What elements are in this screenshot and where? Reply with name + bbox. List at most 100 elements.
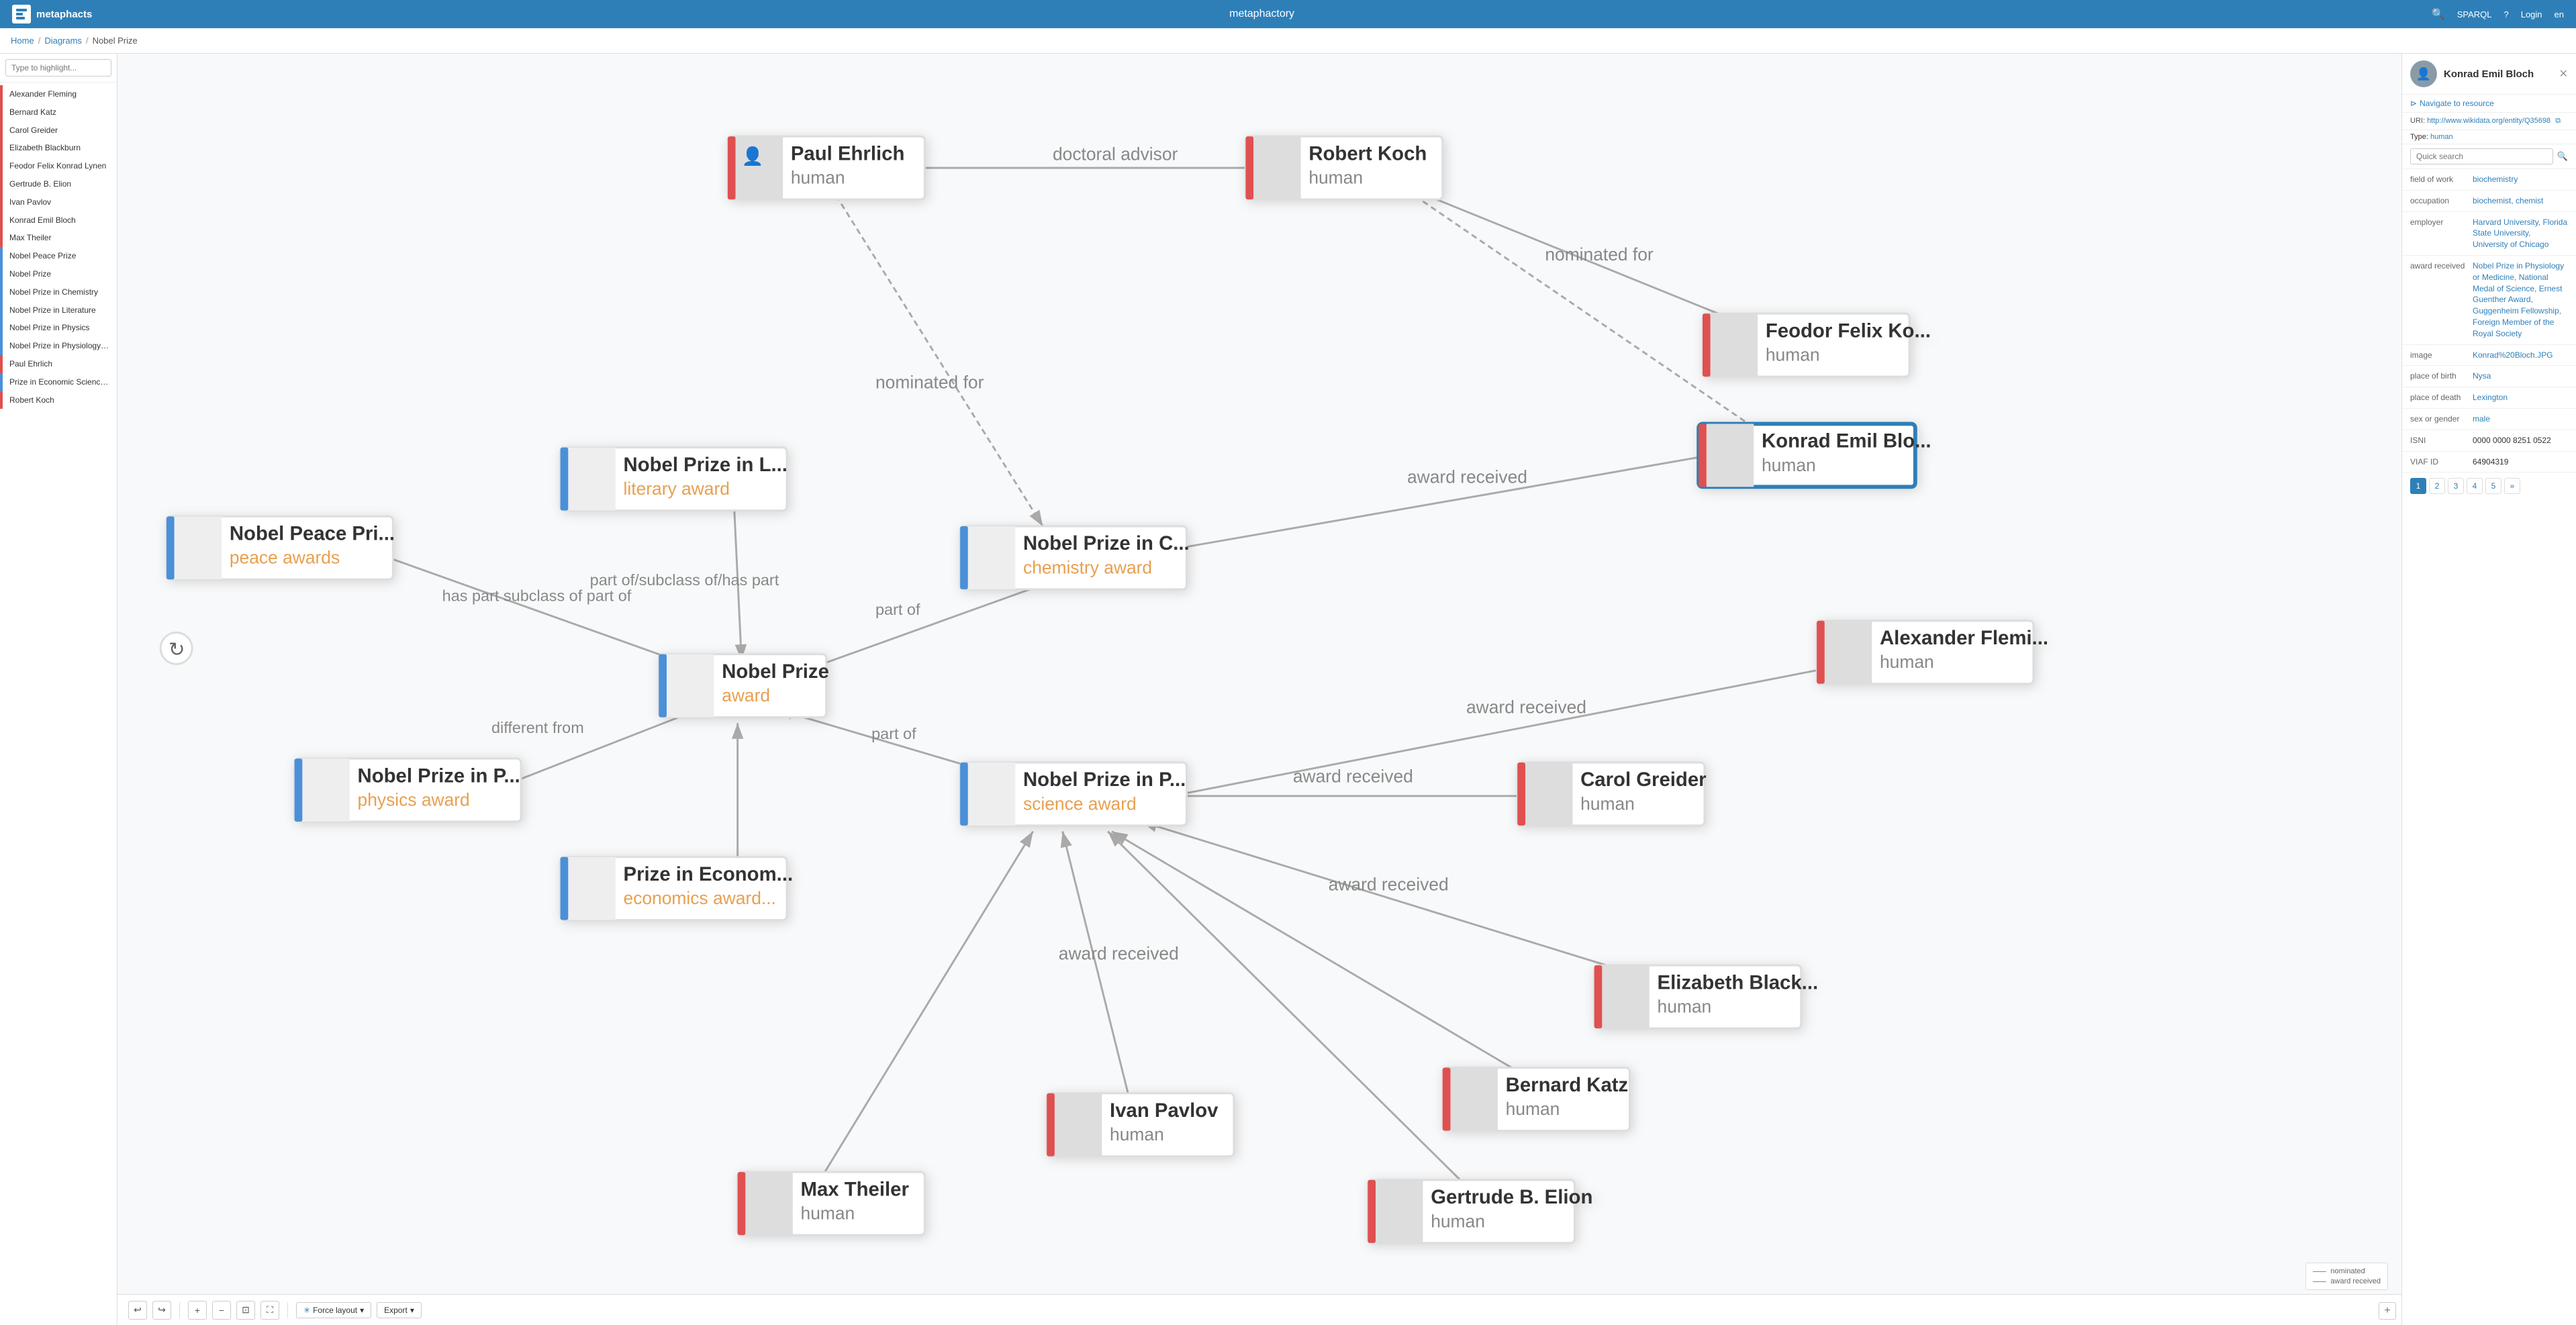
type-value[interactable]: human (2430, 133, 2453, 141)
prop-val-5[interactable]: Nysa (2473, 371, 2568, 382)
node-nobel-peace[interactable]: Nobel Peace Pri... peace awards (166, 516, 395, 579)
prop-val-1[interactable]: biochemist, chemist (2473, 195, 2568, 207)
node-max-theiler[interactable]: Max Theiler human (738, 1172, 925, 1235)
prop-val-4[interactable]: Konrad%20Bloch.JPG (2473, 350, 2568, 361)
sidebar-item-14[interactable]: Nobel Prize in Physiology or Medicine (0, 337, 117, 355)
sidebar-item-5[interactable]: Gertrude B. Elion (0, 175, 117, 193)
graph-svg[interactable]: doctoral advisor nominated for nominated… (117, 54, 2401, 1294)
sidebar-item-13[interactable]: Nobel Prize in Physics (0, 319, 117, 337)
edge-label-peace-prize: has part subclass of part of (442, 587, 632, 604)
svg-text:Ivan Pavlov: Ivan Pavlov (1110, 1099, 1219, 1122)
sparql-link[interactable]: SPARQL (2457, 9, 2492, 19)
add-node-button[interactable]: + (2379, 1302, 2396, 1320)
page-btn-3[interactable]: 4 (2467, 478, 2483, 494)
prop-val-6[interactable]: Lexington (2473, 392, 2568, 403)
edge-label-kb-chem: award received (1407, 467, 1527, 487)
node-nobel-phys[interactable]: Nobel Prize in P... physics award (295, 758, 521, 822)
panel-property-8: ISNI0000 0000 8251 0522 (2402, 430, 2576, 452)
undo-button[interactable]: ↩ (128, 1301, 147, 1320)
panel-search-input[interactable] (2410, 148, 2553, 164)
prop-val-0[interactable]: biochemistry (2473, 174, 2568, 185)
sidebar-item-4[interactable]: Feodor Felix Konrad Lynen (0, 157, 117, 175)
node-prize-econ[interactable]: Prize in Econom... economics award... (561, 857, 793, 920)
node-nobel-sci[interactable]: Nobel Prize in P... science award (960, 763, 1186, 826)
panel-search-icon[interactable]: 🔍 (2557, 151, 2568, 162)
node-feodor-felix[interactable]: Feodor Felix Ko... human (1703, 313, 1931, 377)
page-btn-2[interactable]: 3 (2448, 478, 2464, 494)
sidebar-item-10[interactable]: Nobel Prize (0, 265, 117, 283)
node-elizabeth-black[interactable]: Elizabeth Black... human (1594, 965, 1818, 1028)
svg-text:human: human (1110, 1124, 1164, 1144)
svg-text:peace awards: peace awards (230, 548, 340, 568)
node-alexander-fleming[interactable]: Alexander Flemi... human (1817, 621, 2048, 684)
sidebar-item-16[interactable]: Prize in Economic Sciences in Memory of … (0, 373, 117, 391)
header: metaphacts metaphactory 🔍 SPARQL ? Login… (0, 0, 2576, 28)
breadcrumb-sep1: / (38, 36, 41, 46)
expand-button[interactable]: ⛶ (260, 1301, 279, 1320)
svg-text:human: human (791, 168, 845, 188)
uri-value[interactable]: http://www.wikidata.org/entity/Q35698 (2427, 117, 2550, 125)
svg-text:Robert Koch: Robert Koch (1308, 142, 1427, 164)
zoom-in-button[interactable]: + (188, 1301, 207, 1320)
svg-text:human: human (1658, 997, 1712, 1017)
edge-ip-sci (1063, 832, 1132, 1108)
node-paul-ehrlich[interactable]: 👤 Paul Ehrlich human (728, 136, 924, 199)
zoom-out-button[interactable]: − (212, 1301, 231, 1320)
sidebar-item-8[interactable]: Max Theiler (0, 229, 117, 247)
svg-text:Nobel Prize in L...: Nobel Prize in L... (624, 454, 788, 476)
sidebar-item-3[interactable]: Elizabeth Blackburn (0, 139, 117, 157)
svg-text:literary award: literary award (624, 479, 730, 499)
page-btn-0[interactable]: 1 (2410, 478, 2426, 494)
redo-button[interactable]: ↪ (152, 1301, 171, 1320)
node-nobel-chem[interactable]: Nobel Prize in C... chemistry award (960, 526, 1190, 589)
edge-eb-sci (1141, 822, 1683, 989)
page-btn-5[interactable]: » (2504, 478, 2520, 494)
page-btn-1[interactable]: 2 (2429, 478, 2445, 494)
sidebar-item-0[interactable]: Alexander Fleming (0, 85, 117, 103)
prop-val-7[interactable]: male (2473, 413, 2568, 425)
panel-type: Type: human (2402, 130, 2576, 144)
force-layout-arrow: ▾ (360, 1306, 364, 1315)
navigate-to-resource-link[interactable]: ⊳ Navigate to resource (2402, 95, 2576, 113)
node-bernard-katz[interactable]: Bernard Katz human (1443, 1068, 1630, 1131)
svg-text:Paul Ehrlich: Paul Ehrlich (791, 142, 904, 164)
sidebar-item-9[interactable]: Nobel Peace Prize (0, 247, 117, 265)
svg-text:human: human (1431, 1211, 1485, 1231)
sidebar-item-7[interactable]: Konrad Emil Bloch (0, 211, 117, 230)
breadcrumb-home[interactable]: Home (11, 36, 34, 46)
sidebar-item-2[interactable]: Carol Greider (0, 121, 117, 140)
page-btn-4[interactable]: 5 (2485, 478, 2501, 494)
node-ivan-pavlov[interactable]: Ivan Pavlov human (1047, 1093, 1234, 1157)
person-avatar: 👤 (2410, 60, 2437, 87)
force-layout-button[interactable]: ✳ Force layout ▾ (296, 1302, 371, 1318)
node-robert-koch[interactable]: Robert Koch human (1245, 136, 1442, 199)
sidebar-item-6[interactable]: Ivan Pavlov (0, 193, 117, 211)
prop-val-2[interactable]: Harvard University, Florida State Univer… (2473, 217, 2568, 250)
lang-selector[interactable]: en (2555, 9, 2564, 19)
export-button[interactable]: Export ▾ (377, 1302, 422, 1318)
node-gertrude-elion[interactable]: Gertrude B. Elion human (1368, 1180, 1592, 1243)
help-icon[interactable]: ? (2503, 9, 2508, 19)
uri-copy-icon[interactable]: ⧉ (2555, 117, 2561, 125)
prop-val-3[interactable]: Nobel Prize in Physiology or Medicine, N… (2473, 260, 2568, 340)
svg-text:Prize in Econom...: Prize in Econom... (624, 863, 794, 885)
search-icon[interactable]: 🔍 (2432, 7, 2445, 21)
edge-label-doctoral-advisor: doctoral advisor (1053, 144, 1178, 164)
sidebar-item-12[interactable]: Nobel Prize in Literature (0, 301, 117, 320)
breadcrumb-sep2: / (86, 36, 89, 46)
zoom-fit-button[interactable]: ⊡ (236, 1301, 255, 1320)
node-nobel-prize[interactable]: Nobel Prize award (659, 654, 829, 718)
close-panel-button[interactable]: ✕ (2559, 67, 2568, 81)
type-label: Type: (2410, 133, 2430, 141)
sidebar-item-1[interactable]: Bernard Katz (0, 103, 117, 121)
node-konrad-bloch[interactable]: Konrad Emil Blo... human (1699, 424, 1931, 487)
sidebar-item-15[interactable]: Paul Ehrlich (0, 355, 117, 373)
node-carol-greider[interactable]: Carol Greider human (1517, 763, 1706, 826)
node-nobel-lit[interactable]: Nobel Prize in L... literary award (561, 448, 788, 511)
sidebar-item-11[interactable]: Nobel Prize in Chemistry (0, 283, 117, 301)
sidebar-search-input[interactable] (5, 59, 111, 77)
sidebar-item-17[interactable]: Robert Koch (0, 391, 117, 409)
panel-header: 👤 Konrad Emil Bloch ✕ (2402, 54, 2576, 95)
login-button[interactable]: Login (2521, 9, 2542, 19)
breadcrumb-diagrams[interactable]: Diagrams (44, 36, 82, 46)
